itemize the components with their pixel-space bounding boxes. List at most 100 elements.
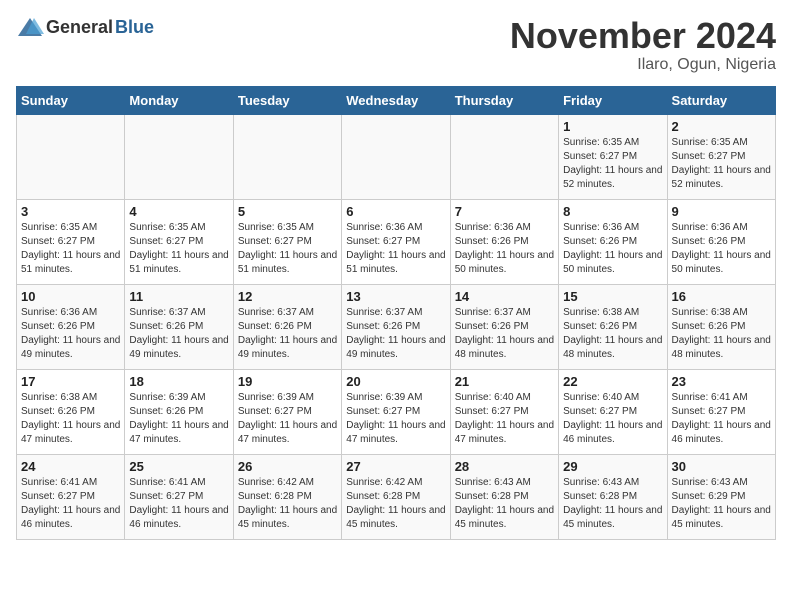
calendar-cell: 25 Sunrise: 6:41 AMSunset: 6:27 PMDayligh… [125,454,233,539]
logo-general-text: General [46,17,113,38]
calendar-cell: 7Sunrise: 6:36 AMSunset: 6:26 PMDaylight… [450,199,558,284]
month-title: November 2024 [510,16,776,56]
day-number: 7 [455,204,554,219]
day-number: 21 [455,374,554,389]
day-info: Sunrise: 6:39 AMSunset: 6:26 PMDaylight:… [129,391,228,447]
day-number: 29 [563,459,662,474]
logo: General Blue [16,16,154,38]
col-saturday: Saturday [667,86,775,114]
calendar-cell: 13 Sunrise: 6:37 AMSunset: 6:26 PMDayligh… [342,284,450,369]
day-info: Sunrise: 6:40 AMSunset: 6:27 PMDaylight:… [563,391,662,447]
calendar-cell: 17Sunrise: 6:38 AMSunset: 6:26 PMDayligh… [17,369,125,454]
calendar-cell [342,114,450,199]
day-number: 25 [129,459,228,474]
day-number: 15 [563,289,662,304]
day-info: Sunrise: 6:37 AMSunset: 6:26 PMDaylight:… [455,306,554,362]
logo-blue-text: Blue [115,17,154,38]
calendar-cell: 12Sunrise: 6:37 AMSunset: 6:26 PMDayligh… [233,284,341,369]
day-info: Sunrise: 6:39 AMSunset: 6:27 PMDaylight:… [238,391,337,447]
calendar-cell [450,114,558,199]
calendar-week-1: 1Sunrise: 6:35 AMSunset: 6:27 PMDaylight… [17,114,776,199]
day-number: 30 [672,459,771,474]
day-info: Sunrise: 6:35 AMSunset: 6:27 PMDaylight:… [21,221,120,277]
day-info: Sunrise: 6:41 AMSunset: 6:27 PMDaylight:… [21,476,120,532]
day-info: Sunrise: 6:39 AMSunset: 6:27 PMDaylight:… [346,391,445,447]
calendar-cell: 16 Sunrise: 6:38 AMSunset: 6:26 PMDayligh… [667,284,775,369]
calendar-table: Sunday Monday Tuesday Wednesday Thursday… [16,86,776,540]
day-number: 11 [129,289,228,304]
day-number: 2 [672,119,771,134]
day-number: 28 [455,459,554,474]
calendar-cell: 26 Sunrise: 6:42 AMSunset: 6:28 PMDayligh… [233,454,341,539]
day-number: 14 [455,289,554,304]
calendar-cell: 4Sunrise: 6:35 AMSunset: 6:27 PMDaylight… [125,199,233,284]
day-info: Sunrise: 6:41 AMSunset: 6:27 PMDaylight:… [129,476,228,532]
calendar-week-4: 17Sunrise: 6:38 AMSunset: 6:26 PMDayligh… [17,369,776,454]
header-row: Sunday Monday Tuesday Wednesday Thursday… [17,86,776,114]
logo-icon [16,16,44,38]
day-number: 26 [238,459,337,474]
day-info: Sunrise: 6:38 AMSunset: 6:26 PMDaylight:… [672,306,771,362]
calendar-cell: 14 Sunrise: 6:37 AMSunset: 6:26 PMDayligh… [450,284,558,369]
day-number: 16 [672,289,771,304]
col-thursday: Thursday [450,86,558,114]
calendar-cell: 5 Sunrise: 6:35 AMSunset: 6:27 PMDaylight… [233,199,341,284]
day-info: Sunrise: 6:35 AMSunset: 6:27 PMDaylight:… [238,221,337,277]
day-info: Sunrise: 6:43 AMSunset: 6:29 PMDaylight:… [672,476,771,532]
calendar-cell: 28 Sunrise: 6:43 AMSunset: 6:28 PMDayligh… [450,454,558,539]
calendar-cell: 9Sunrise: 6:36 AMSunset: 6:26 PMDaylight… [667,199,775,284]
calendar-week-3: 10Sunrise: 6:36 AMSunset: 6:26 PMDayligh… [17,284,776,369]
day-number: 24 [21,459,120,474]
day-info: Sunrise: 6:35 AMSunset: 6:27 PMDaylight:… [672,136,771,192]
day-number: 5 [238,204,337,219]
day-info: Sunrise: 6:43 AMSunset: 6:28 PMDaylight:… [455,476,554,532]
day-info: Sunrise: 6:42 AMSunset: 6:28 PMDaylight:… [346,476,445,532]
day-info: Sunrise: 6:37 AMSunset: 6:26 PMDaylight:… [129,306,228,362]
day-number: 6 [346,204,445,219]
day-number: 27 [346,459,445,474]
calendar-week-5: 24 Sunrise: 6:41 AMSunset: 6:27 PMDayligh… [17,454,776,539]
day-number: 3 [21,204,120,219]
calendar-cell: 1Sunrise: 6:35 AMSunset: 6:27 PMDaylight… [559,114,667,199]
title-block: November 2024 Ilaro, Ogun, Nigeria [510,16,776,74]
day-number: 13 [346,289,445,304]
day-info: Sunrise: 6:35 AMSunset: 6:27 PMDaylight:… [563,136,662,192]
day-info: Sunrise: 6:35 AMSunset: 6:27 PMDaylight:… [129,221,228,277]
calendar-cell: 19 Sunrise: 6:39 AMSunset: 6:27 PMDayligh… [233,369,341,454]
calendar-cell: 10Sunrise: 6:36 AMSunset: 6:26 PMDayligh… [17,284,125,369]
calendar-cell: 18 Sunrise: 6:39 AMSunset: 6:26 PMDayligh… [125,369,233,454]
col-friday: Friday [559,86,667,114]
day-info: Sunrise: 6:42 AMSunset: 6:28 PMDaylight:… [238,476,337,532]
day-number: 20 [346,374,445,389]
calendar-cell: 11 Sunrise: 6:37 AMSunset: 6:26 PMDayligh… [125,284,233,369]
calendar-cell: 3 Sunrise: 6:35 AMSunset: 6:27 PMDaylight… [17,199,125,284]
day-number: 23 [672,374,771,389]
col-monday: Monday [125,86,233,114]
day-number: 9 [672,204,771,219]
page-container: General Blue November 2024 Ilaro, Ogun, … [0,0,792,550]
calendar-cell: 27 Sunrise: 6:42 AMSunset: 6:28 PMDayligh… [342,454,450,539]
day-number: 19 [238,374,337,389]
calendar-cell: 21 Sunrise: 6:40 AMSunset: 6:27 PMDayligh… [450,369,558,454]
day-number: 18 [129,374,228,389]
calendar-header: Sunday Monday Tuesday Wednesday Thursday… [17,86,776,114]
day-info: Sunrise: 6:37 AMSunset: 6:26 PMDaylight:… [346,306,445,362]
calendar-cell: 2 Sunrise: 6:35 AMSunset: 6:27 PMDaylight… [667,114,775,199]
calendar-cell [17,114,125,199]
day-info: Sunrise: 6:38 AMSunset: 6:26 PMDaylight:… [563,306,662,362]
day-number: 22 [563,374,662,389]
calendar-cell: 29 Sunrise: 6:43 AMSunset: 6:28 PMDayligh… [559,454,667,539]
day-info: Sunrise: 6:43 AMSunset: 6:28 PMDaylight:… [563,476,662,532]
calendar-cell [125,114,233,199]
col-sunday: Sunday [17,86,125,114]
location: Ilaro, Ogun, Nigeria [510,56,776,74]
col-wednesday: Wednesday [342,86,450,114]
calendar-body: 1Sunrise: 6:35 AMSunset: 6:27 PMDaylight… [17,114,776,539]
calendar-cell: 24 Sunrise: 6:41 AMSunset: 6:27 PMDayligh… [17,454,125,539]
day-info: Sunrise: 6:40 AMSunset: 6:27 PMDaylight:… [455,391,554,447]
calendar-cell: 20 Sunrise: 6:39 AMSunset: 6:27 PMDayligh… [342,369,450,454]
day-number: 10 [21,289,120,304]
day-info: Sunrise: 6:41 AMSunset: 6:27 PMDaylight:… [672,391,771,447]
calendar-cell: 30 Sunrise: 6:43 AMSunset: 6:29 PMDayligh… [667,454,775,539]
day-number: 17 [21,374,120,389]
